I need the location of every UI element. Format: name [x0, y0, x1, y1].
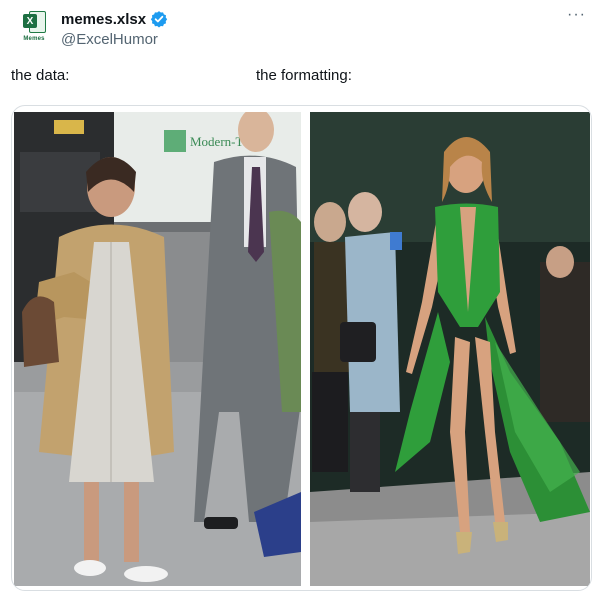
author-avatar[interactable]: X Memes — [14, 8, 54, 48]
photo-street-casual[interactable]: Modern-T — [14, 112, 301, 586]
caption-data: the data: — [11, 67, 70, 84]
media-container[interactable]: Modern-T — [11, 105, 592, 591]
avatar-caption: Memes — [23, 36, 45, 42]
caption-formatting: the formatting: — [256, 67, 352, 84]
verified-badge-icon[interactable] — [150, 10, 168, 28]
truck-sign-text: Modern-T — [190, 134, 243, 149]
tweet-post: X Memes memes.xlsx @ExcelHumor ··· the d… — [0, 0, 600, 599]
author-display-name[interactable]: memes.xlsx — [61, 11, 146, 28]
photo-runway-green-dress[interactable] — [310, 112, 590, 586]
excel-logo-icon: X — [23, 10, 46, 33]
excel-badge-letter: X — [23, 14, 37, 28]
author-handle[interactable]: @ExcelHumor — [61, 31, 158, 48]
author-name-row: memes.xlsx — [61, 10, 168, 28]
more-options-icon[interactable]: ··· — [567, 6, 586, 24]
